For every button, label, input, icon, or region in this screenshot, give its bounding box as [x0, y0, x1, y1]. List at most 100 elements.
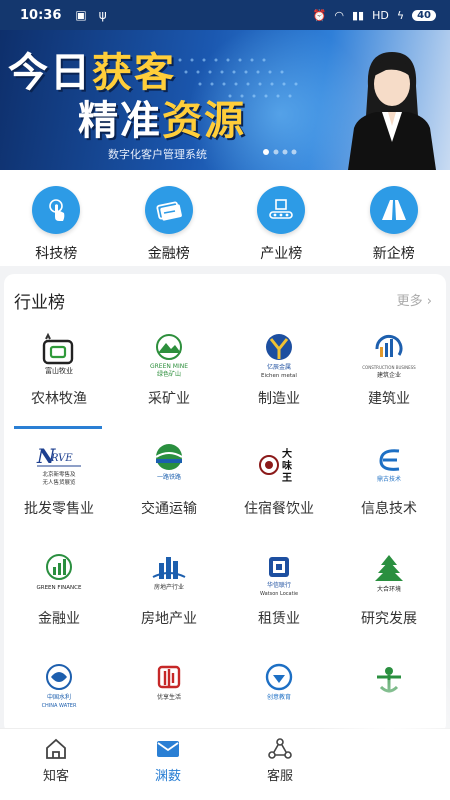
svg-text:创意教育: 创意教育 — [267, 693, 291, 701]
tab-messages[interactable]: 渊薮 — [112, 729, 224, 800]
tap-finger-icon — [32, 186, 81, 234]
quick-nav-new-company[interactable]: 新企榜 — [338, 170, 450, 266]
industry-mining[interactable]: GREEN MINE 绿色矿山 采矿业 — [114, 330, 224, 408]
svg-text:绿色矿山: 绿色矿山 — [157, 370, 181, 378]
svg-text:CHINA WATER: CHINA WATER — [42, 703, 77, 709]
svg-text:建筑企业: 建筑企业 — [377, 371, 401, 379]
home-icon — [44, 737, 68, 761]
status-time: 10:36 — [20, 7, 62, 23]
industry-label: 住宿餐饮业 — [244, 501, 314, 517]
section-title: 行业榜 — [14, 293, 65, 313]
industry-wholesale-retail[interactable]: N RVE 北京新零售及 无人售货展览 批发零售业 — [4, 440, 114, 518]
quick-nav: 科技榜 金融榜 产业榜 新企榜 — [0, 170, 450, 266]
svg-text:亿辰金属: 亿辰金属 — [267, 363, 291, 371]
banner-subtitle: 数字化客户管理系统 — [108, 148, 207, 161]
conveyor-icon — [257, 186, 306, 234]
svg-text:味: 味 — [282, 459, 292, 472]
industry-ranking-card: 行业榜 更多 › 富山牧业 农林牧渔 GREEN MINE 绿色矿山 采矿业 亿辰… — [4, 274, 446, 734]
svg-text:CONSTRUCTION BUSINESS: CONSTRUCTION BUSINESS — [362, 365, 416, 370]
industry-label: 房地产业 — [141, 611, 197, 627]
transport-logo: 一路铁路 — [137, 440, 201, 492]
tab-label: 知客 — [42, 769, 69, 784]
industry-agriculture[interactable]: 富山牧业 农林牧渔 — [4, 330, 114, 408]
industry-finance[interactable]: GREEN FINANCE 金融业 — [4, 550, 114, 628]
usb-icon: ψ — [98, 8, 107, 22]
tab-home[interactable]: 知客 — [0, 729, 112, 800]
industry-it[interactable]: 鼎古技术 信息技术 — [334, 440, 444, 518]
finance-logo: GREEN FINANCE — [27, 550, 91, 602]
svg-text:RVE: RVE — [50, 453, 73, 464]
industry-research[interactable]: 大合环境 研究发展 — [334, 550, 444, 628]
svg-text:鼎古技术: 鼎古技术 — [377, 475, 401, 483]
industry-manufacturing[interactable]: 亿辰金属 Eichen metal 制造业 — [224, 330, 334, 408]
svg-text:优享生活: 优享生活 — [157, 693, 181, 701]
business-woman-illustration — [348, 52, 436, 170]
industry-label: 信息技术 — [361, 501, 417, 517]
quick-nav-label: 金融榜 — [147, 246, 190, 262]
industry-label: 采矿业 — [148, 391, 190, 407]
water-logo: 中国水利 CHINA WATER — [27, 660, 91, 712]
svg-text:北京新零售及: 北京新零售及 — [42, 470, 76, 478]
charging-icon: ϟ — [396, 8, 405, 22]
wifi-icon: ◠ — [334, 8, 344, 22]
construction-logo: CONSTRUCTION BUSINESS 建筑企业 — [357, 330, 421, 382]
svg-text:大: 大 — [282, 447, 292, 460]
svg-text:房地产行业: 房地产行业 — [154, 583, 184, 591]
svg-text:中国水利: 中国水利 — [47, 693, 71, 701]
status-bar: 10:36 ▣ ψ ⏰ ◠ ▮▮ HD ϟ 40 — [0, 0, 450, 30]
banner-title-line2: 精准资源 — [78, 97, 246, 144]
signal-icon: ▮▮ — [351, 8, 365, 22]
industry-lifestyle[interactable]: 优享生活 — [114, 660, 224, 718]
tab-label: 渊薮 — [154, 769, 181, 784]
industry-label: 交通运输 — [141, 501, 197, 517]
industry-label: 研究发展 — [361, 611, 417, 627]
alarm-icon: ⏰ — [312, 8, 327, 22]
it-logo: 鼎古技术 — [357, 440, 421, 492]
lifestyle-logo: 优享生活 — [137, 660, 201, 712]
research-logo: 大合环境 — [357, 550, 421, 602]
hospitality-logo: 大味王 — [247, 440, 311, 492]
svg-text:无人售货展览: 无人售货展览 — [42, 478, 76, 486]
quick-nav-label: 新企榜 — [372, 246, 415, 262]
svg-text:GREEN FINANCE: GREEN FINANCE — [37, 585, 83, 591]
svg-text:大合环境: 大合环境 — [377, 585, 401, 593]
android-icon: ▣ — [75, 8, 87, 22]
industry-label: 农林牧渔 — [31, 391, 87, 407]
quick-nav-finance[interactable]: 金融榜 — [113, 170, 226, 266]
wholesale-logo: N RVE 北京新零售及 无人售货展览 — [27, 440, 91, 492]
quick-nav-tech[interactable]: 科技榜 — [0, 170, 113, 266]
more-link[interactable]: 更多 › — [397, 290, 432, 309]
industry-label: 金融业 — [38, 611, 80, 627]
industry-label: 建筑业 — [368, 391, 410, 407]
manufacturing-logo: 亿辰金属 Eichen metal — [247, 330, 311, 382]
active-tab-indicator — [14, 426, 102, 429]
quick-nav-label: 科技榜 — [35, 246, 78, 262]
quick-nav-industry[interactable]: 产业榜 — [225, 170, 338, 266]
industry-leasing[interactable]: 华信联行 Watson Locatie 租赁业 — [224, 550, 334, 628]
svg-text:富山牧业: 富山牧业 — [45, 366, 73, 375]
svg-text:Eichen metal: Eichen metal — [261, 373, 297, 379]
industry-transport[interactable]: 一路铁路 交通运输 — [114, 440, 224, 518]
svg-text:GREEN MINE: GREEN MINE — [150, 363, 188, 370]
real-estate-logo: 房地产行业 — [137, 550, 201, 602]
decorative-fade — [300, 680, 450, 800]
battery-level: 40 — [412, 9, 436, 21]
industry-label: 租赁业 — [258, 611, 300, 627]
share-icon — [267, 737, 293, 761]
bank-card-icon — [144, 186, 193, 234]
network-type: HD — [372, 8, 389, 22]
industry-label: 制造业 — [258, 391, 300, 407]
industry-water[interactable]: 中国水利 CHINA WATER — [4, 660, 114, 718]
industry-real-estate[interactable]: 房地产行业 房地产业 — [114, 550, 224, 628]
svg-text:Watson Locatie: Watson Locatie — [260, 591, 298, 597]
tab-label: 客服 — [266, 769, 293, 784]
mining-logo: GREEN MINE 绿色矿山 — [137, 330, 201, 382]
svg-text:一路铁路: 一路铁路 — [157, 473, 181, 481]
svg-text:王: 王 — [282, 472, 292, 484]
quick-nav-label: 产业榜 — [260, 246, 303, 262]
mail-icon — [156, 737, 180, 761]
industry-label: 批发零售业 — [24, 501, 94, 517]
industry-construction[interactable]: CONSTRUCTION BUSINESS 建筑企业 建筑业 — [334, 330, 444, 408]
industry-hospitality[interactable]: 大味王 住宿餐饮业 — [224, 440, 334, 518]
hero-banner[interactable]: 今日获客 精准资源 数字化客户管理系统 — [0, 30, 450, 170]
